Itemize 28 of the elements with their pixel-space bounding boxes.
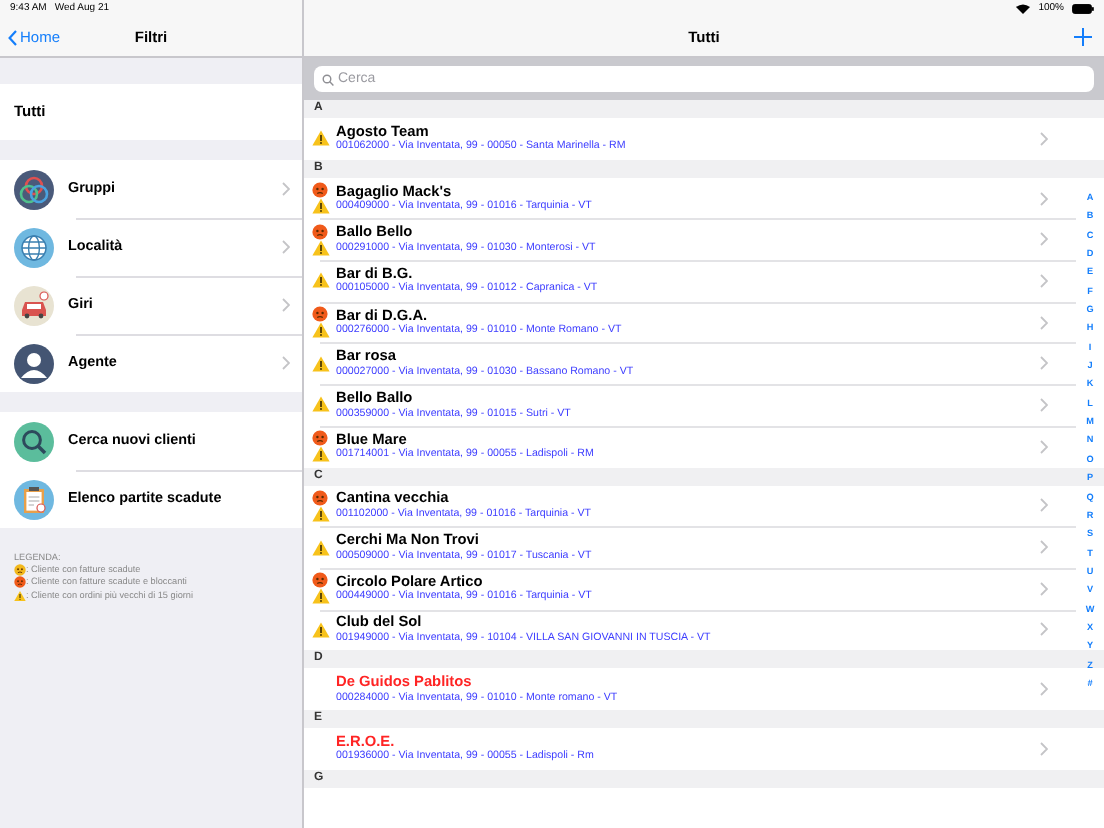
chevron-icon	[1040, 315, 1048, 330]
clipboard-icon	[14, 479, 54, 519]
face-icon	[14, 564, 26, 577]
chevron-icon	[1040, 356, 1048, 371]
chevron-icon	[1040, 232, 1048, 247]
chevron-icon	[1040, 741, 1048, 756]
chevron-icon	[1040, 131, 1048, 146]
chevron-icon	[1040, 397, 1048, 412]
groups-icon	[14, 169, 54, 209]
chevron-icon	[1040, 581, 1048, 596]
chevron-icon	[1040, 498, 1048, 513]
chevron-icon	[1040, 622, 1048, 637]
plus-icon	[1074, 28, 1092, 46]
car-icon	[14, 285, 54, 325]
wifi-icon	[1016, 4, 1031, 14]
person-icon	[14, 343, 54, 383]
warning-icon	[14, 589, 26, 602]
search-icon	[14, 421, 54, 461]
chevron-icon	[1040, 191, 1048, 206]
back-chevron-icon	[8, 29, 18, 45]
chevron-icon	[1040, 439, 1048, 454]
angry-face-icon	[14, 576, 26, 589]
chevron-icon	[1040, 273, 1048, 288]
battery-icon	[1072, 4, 1094, 14]
globe-icon	[14, 227, 54, 267]
add-button[interactable]	[1074, 28, 1092, 46]
chevron-icon	[1040, 540, 1048, 555]
chevron-icon	[1040, 682, 1048, 697]
